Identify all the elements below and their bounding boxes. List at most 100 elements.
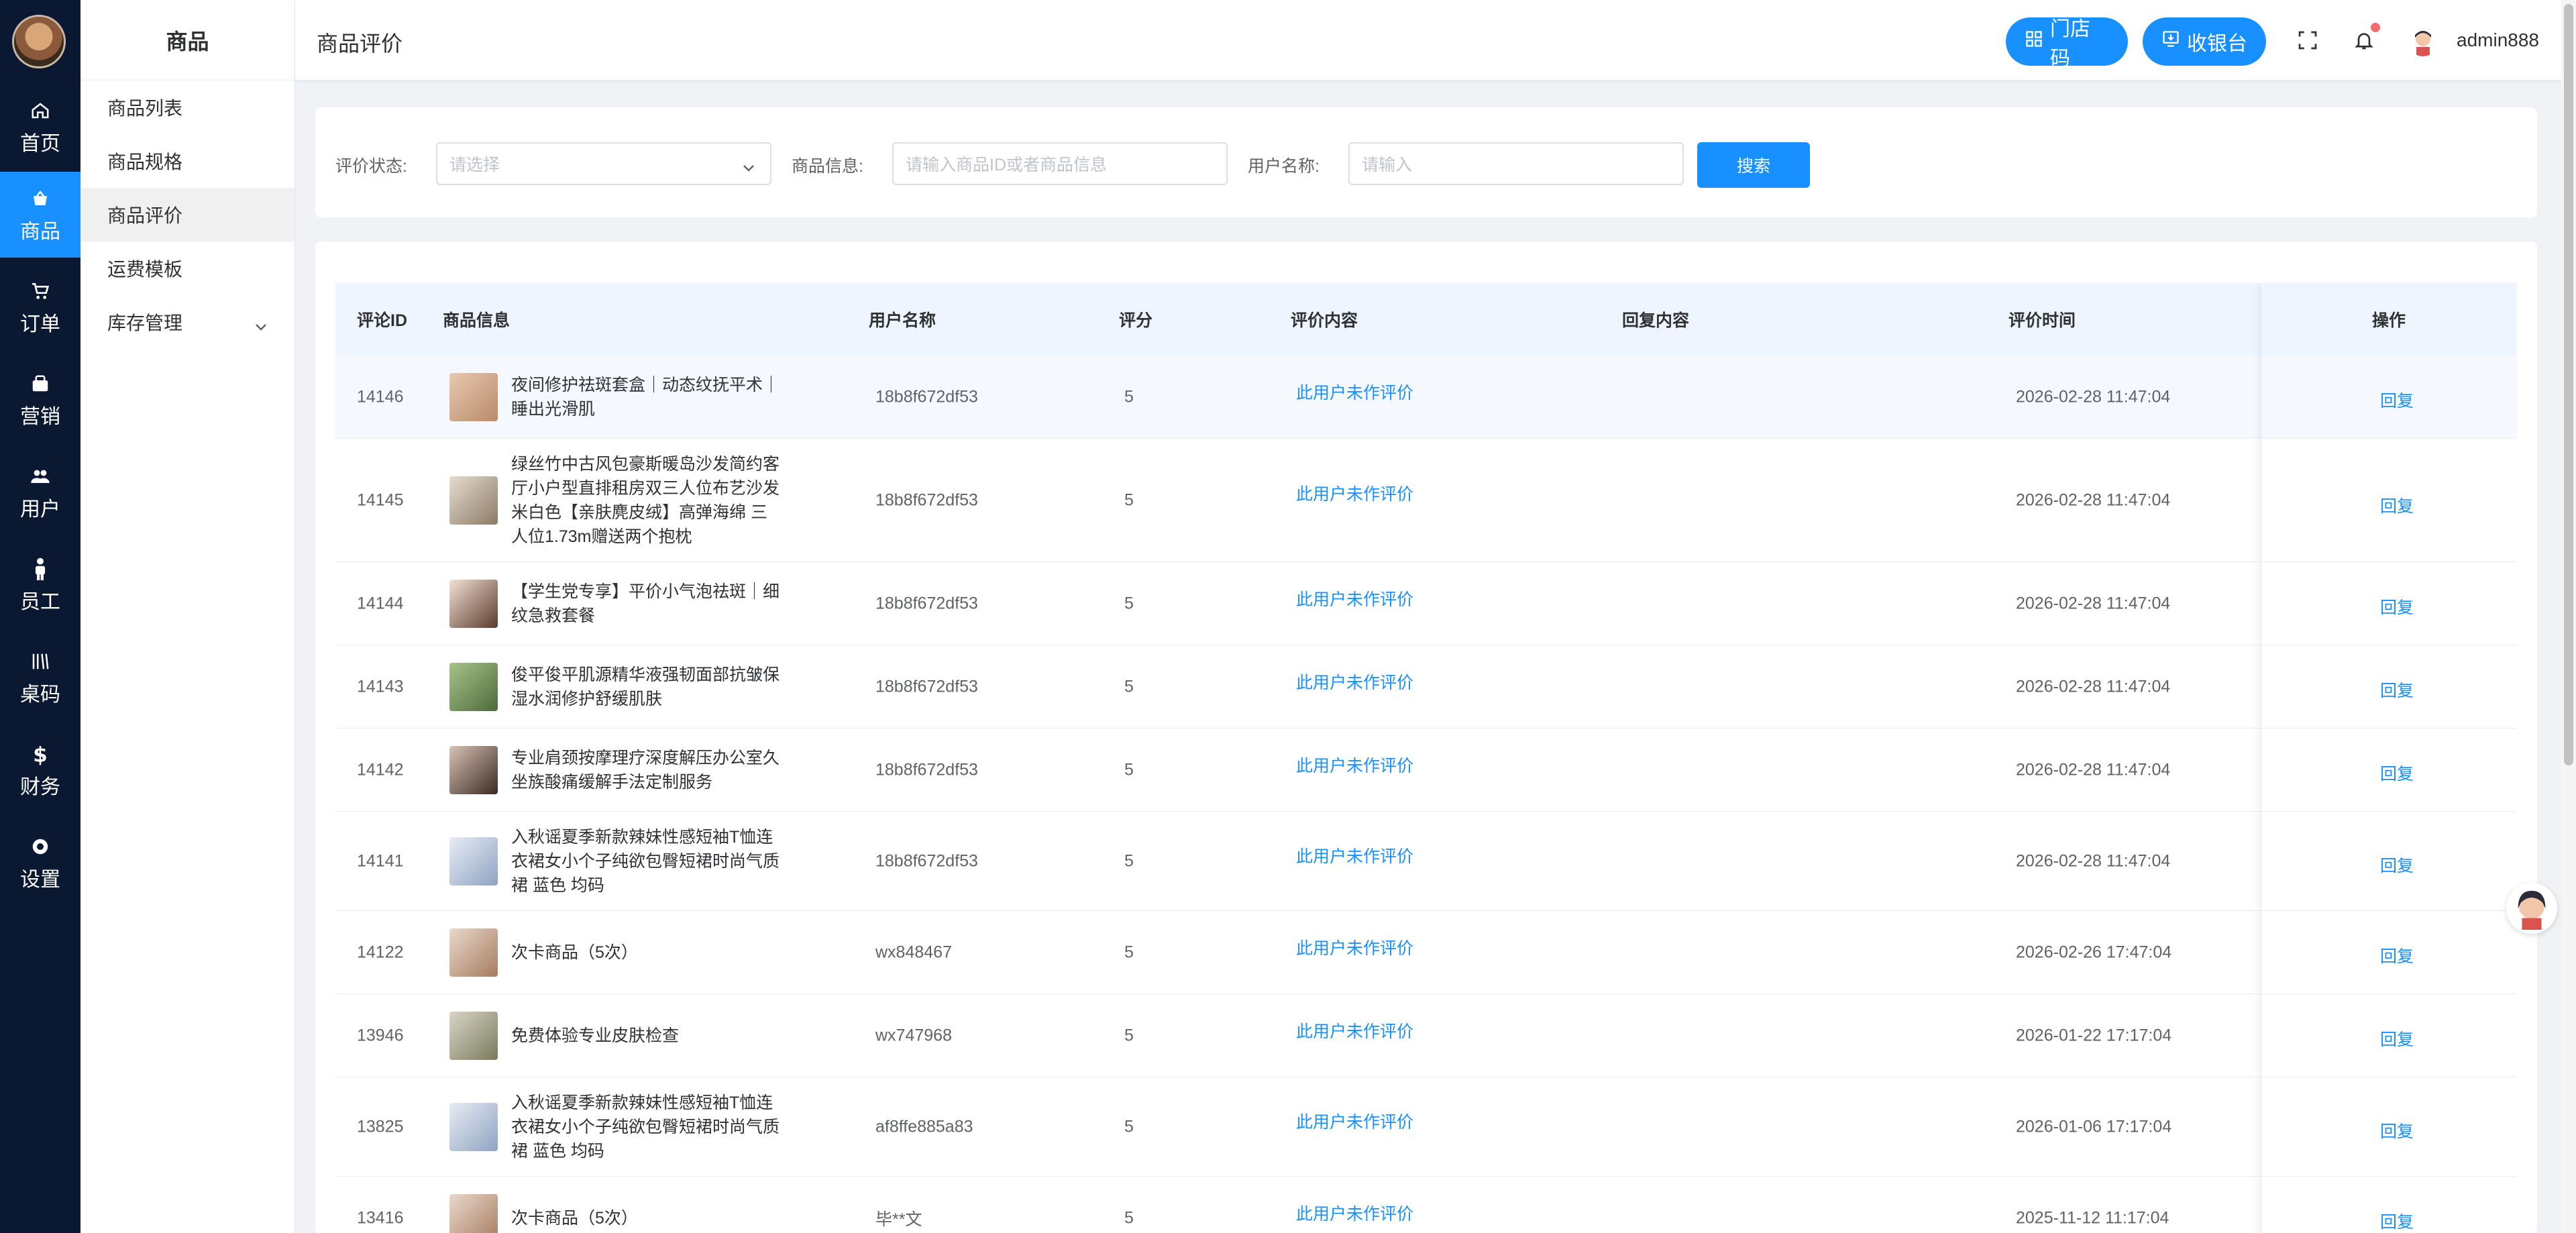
status-label: 评价状态: [335, 157, 407, 176]
product-thumbnail[interactable] [449, 1102, 498, 1151]
table-row: 13946 免费体验专业皮肤检查 wx747968 5 此用户未作评价 2026-01-2… [335, 994, 2517, 1077]
store-logo[interactable] [12, 15, 66, 68]
scrollbar-thumb[interactable] [2564, 4, 2573, 765]
dollar-icon: $ [27, 741, 54, 767]
avatar[interactable] [2408, 27, 2438, 56]
review-id: 14146 [357, 387, 404, 406]
filter-card: 评价状态: 请选择 商品信息: 请输入商品ID或者商品信息 用户名称: 请输入 … [315, 107, 2537, 217]
top-header: 商品评价 门店码 收银台 admin888 [295, 0, 2576, 81]
qrcode-icon [27, 648, 54, 675]
rail-item-products[interactable]: 商品 [0, 172, 80, 258]
table-header: 评论ID 商品信息 用户名称 评分 评价内容 回复内容 评价时间 操作 [335, 283, 2517, 356]
submenu-label: 商品评价 [107, 205, 183, 226]
user-name-cell: 18b8f672df53 [875, 387, 978, 406]
score-cell: 5 [1124, 851, 1134, 870]
rail-item-users[interactable]: 用户 [0, 449, 80, 535]
product-thumbnail[interactable] [449, 928, 498, 977]
product-name: 次卡商品（5次） [511, 1208, 638, 1228]
col-id: 评论ID [357, 311, 408, 330]
search-button[interactable]: 搜索 [1697, 142, 1810, 188]
review-content-link[interactable]: 此用户未作评价 [1296, 1109, 1413, 1133]
review-content-link[interactable]: 此用户未作评价 [1296, 1201, 1413, 1225]
product-thumbnail[interactable] [449, 579, 498, 628]
status-select[interactable]: 请选择 [436, 142, 771, 185]
table-row: 14141 入秋谣夏季新款辣妹性感短袖T恤连衣裙女小个子纯欲包臀短裙时尚气质裙 蓝… [335, 812, 2517, 911]
bell-icon[interactable] [2351, 23, 2380, 54]
store-code-button[interactable]: 门店码 [2006, 17, 2128, 70]
rail-item-table-code[interactable]: 桌码 [0, 635, 80, 720]
review-id: 13416 [357, 1208, 404, 1227]
product-thumbnail[interactable] [449, 372, 498, 421]
rail-label: 员工 [20, 591, 60, 613]
rail-item-staff[interactable]: 员工 [0, 542, 80, 628]
review-content-link[interactable]: 此用户未作评价 [1296, 753, 1413, 777]
rail-item-marketing[interactable]: 营销 [0, 357, 80, 443]
product-thumbnail[interactable] [449, 1193, 498, 1233]
product-label: 商品信息: [792, 157, 863, 176]
review-content-link[interactable]: 此用户未作评价 [1296, 586, 1413, 610]
submenu-label: 库存管理 [107, 313, 183, 333]
rail-item-finance[interactable]: $ 财务 [0, 727, 80, 813]
submenu-item-product-spec[interactable]: 商品规格 [80, 134, 294, 188]
review-content-link[interactable]: 此用户未作评价 [1296, 481, 1413, 505]
rail-item-settings[interactable]: 设置 [0, 820, 80, 906]
page-scrollbar [2561, 0, 2576, 1233]
submenu-label: 运费模板 [107, 259, 183, 280]
rail-label: 桌码 [20, 684, 60, 706]
user-name-cell: 毕**文 [875, 1210, 922, 1229]
review-id: 13946 [357, 1026, 404, 1044]
submenu-item-shipping-template[interactable]: 运费模板 [80, 242, 294, 295]
review-content-link[interactable]: 此用户未作评价 [1296, 1018, 1413, 1042]
product-name: 俊平俊平肌源精华液强韧面部抗皱保湿水润修护舒缓肌肤 [511, 665, 780, 708]
review-content-link[interactable]: 此用户未作评价 [1296, 669, 1413, 694]
review-id: 14122 [357, 943, 404, 961]
review-time: 2026-02-28 11:47:04 [2016, 677, 2171, 696]
product-thumbnail[interactable] [449, 837, 498, 886]
rail-item-home[interactable]: 首页 [0, 84, 80, 170]
review-id: 14145 [357, 490, 404, 509]
rail-label: 订单 [20, 313, 60, 335]
product-thumbnail[interactable] [449, 662, 498, 711]
product-thumbnail[interactable] [449, 745, 498, 794]
submenu-label: 商品列表 [107, 98, 183, 119]
cashier-label: 收银台 [2187, 33, 2247, 55]
review-content-link[interactable]: 此用户未作评价 [1296, 380, 1413, 404]
score-cell: 5 [1124, 594, 1134, 612]
review-time: 2026-02-28 11:47:04 [2016, 387, 2171, 406]
submenu-item-inventory[interactable]: 库存管理 [80, 295, 294, 349]
submenu-title: 商品 [80, 0, 294, 81]
user-label: 用户名称: [1248, 157, 1320, 176]
fullscreen-icon[interactable] [2294, 27, 2321, 54]
user-name-cell: wx848467 [875, 943, 952, 961]
submenu-item-product-list[interactable]: 商品列表 [80, 81, 294, 134]
review-time: 2026-02-26 17:47:04 [2016, 943, 2172, 961]
notification-dot [2371, 23, 2380, 32]
product-submenu: 商品 商品列表 商品规格 商品评价 运费模板 库存管理 [80, 0, 295, 1233]
col-content: 评价内容 [1291, 311, 1358, 330]
rail-item-orders[interactable]: 订单 [0, 264, 80, 350]
product-thumbnail[interactable] [449, 476, 498, 525]
review-content-link[interactable]: 此用户未作评价 [1296, 935, 1413, 959]
product-input[interactable]: 请输入商品ID或者商品信息 [892, 142, 1228, 185]
product-thumbnail[interactable] [449, 1011, 498, 1060]
person-icon [27, 555, 54, 582]
settings-icon [27, 833, 54, 860]
rail-label: 首页 [20, 133, 60, 155]
score-cell: 5 [1124, 1208, 1134, 1227]
review-id: 14142 [357, 760, 404, 779]
user-name[interactable]: admin888 [2457, 30, 2539, 51]
col-user: 用户名称 [869, 311, 936, 330]
product-name: 入秋谣夏季新款辣妹性感短袖T恤连衣裙女小个子纯欲包臀短裙时尚气质裙 蓝色 均码 [511, 827, 780, 895]
status-placeholder: 请选择 [449, 156, 500, 174]
submenu-item-product-review[interactable]: 商品评价 [80, 188, 294, 242]
col-time: 评价时间 [2008, 311, 2076, 330]
product-name: 次卡商品（5次） [511, 943, 638, 962]
cashier-button[interactable]: 收银台 [2143, 17, 2266, 66]
review-content-link[interactable]: 此用户未作评价 [1296, 843, 1413, 867]
review-time: 2025-11-12 11:17:04 [2016, 1208, 2169, 1227]
table-row: 14143 俊平俊平肌源精华液强韧面部抗皱保湿水润修护舒缓肌肤 18b8f672df… [335, 645, 2517, 729]
customer-service-button[interactable] [2506, 883, 2557, 934]
user-input[interactable]: 请输入 [1348, 142, 1684, 185]
product-name: 免费体验专业皮肤检查 [511, 1026, 680, 1045]
user-placeholder: 请输入 [1362, 156, 1413, 174]
